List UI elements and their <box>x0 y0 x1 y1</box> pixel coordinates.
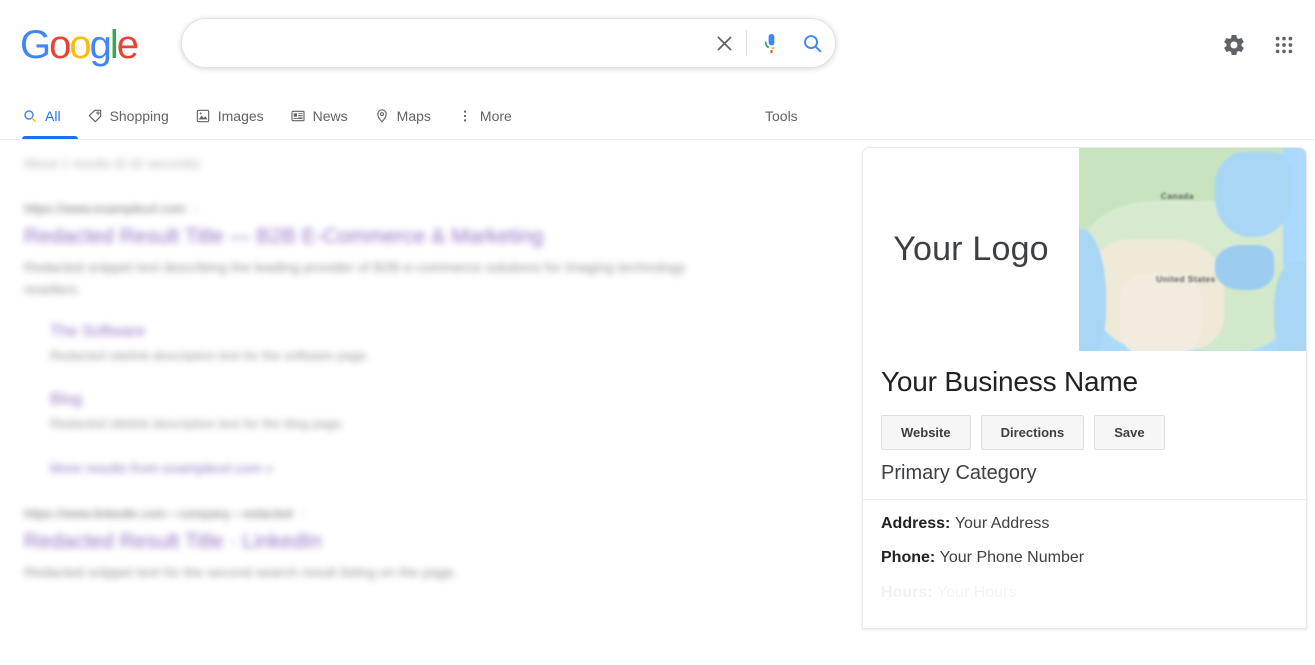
tab-all-label: All <box>45 108 61 124</box>
magnifier-icon <box>22 108 38 124</box>
fact-phone: Phone: Your Phone Number <box>881 548 1288 569</box>
kebab-menu-icon <box>457 108 473 124</box>
logo-letter-e: e <box>116 23 139 67</box>
map-label-united-states: United States <box>1156 273 1216 284</box>
knowledge-panel-body: Your Business Name Website Directions Sa… <box>863 351 1306 628</box>
fact-phone-value: Your Phone Number <box>939 549 1085 567</box>
search-results-column: About 1 results (0.42 seconds) https://w… <box>0 140 790 583</box>
fact-hours-label: Hours: <box>881 584 933 602</box>
logo-letter-l: l <box>109 23 119 67</box>
result-snippet: Redacted snippet text describing the lea… <box>24 259 686 298</box>
tab-news-label: News <box>312 108 348 124</box>
result-url[interactable]: https://www.linkedin.com › company › red… <box>24 506 293 521</box>
result-title[interactable]: Redacted Result Title — B2B E-Commerce &… <box>24 223 790 250</box>
more-results-link[interactable]: More results from exampleurl.com » <box>50 460 790 476</box>
tab-maps-label: Maps <box>396 108 431 124</box>
result-title[interactable]: Redacted Result Title · LinkedIn <box>24 528 790 555</box>
map-label-canada: Canada <box>1160 190 1194 201</box>
business-logo-placeholder: Your Logo <box>863 148 1079 351</box>
fact-address: Address: Your Address <box>881 514 1288 535</box>
search-divider <box>746 30 747 56</box>
apps-grid-icon <box>1275 36 1293 54</box>
fact-hours: Hours: Your Hours <box>881 583 1288 604</box>
search-input[interactable] <box>202 34 704 52</box>
result-url-row[interactable]: https://www.linkedin.com › company › red… <box>24 506 790 521</box>
sitelink-1: The Software Redacted sitelink descripti… <box>50 323 790 366</box>
search-bar[interactable] <box>181 18 836 68</box>
tab-more[interactable]: More <box>457 93 526 139</box>
logo-letter-o1: o <box>49 23 71 67</box>
google-logo[interactable]: Google <box>20 23 139 67</box>
tab-more-label: More <box>479 108 512 124</box>
knowledge-panel-actions: Website Directions Save <box>863 399 1306 450</box>
search-input-wrapper[interactable] <box>182 19 704 67</box>
sitelink-title[interactable]: Blog <box>50 391 790 409</box>
map-thumbnail[interactable]: Canada United States <box>1079 148 1306 351</box>
tab-shopping[interactable]: Shopping <box>87 93 183 139</box>
result-url-row[interactable]: https://www.exampleurl.com <box>24 201 790 216</box>
result-url[interactable]: https://www.exampleurl.com <box>24 201 186 216</box>
sitelink-desc: Redacted sitelink description text for t… <box>50 416 345 432</box>
save-button[interactable]: Save <box>1094 414 1165 450</box>
result-options-icon[interactable] <box>301 508 304 519</box>
tab-all[interactable]: All <box>22 93 78 139</box>
logo-letter-o2: o <box>69 23 91 67</box>
map-render: Canada United States <box>1079 148 1306 351</box>
fact-address-value: Your Address <box>954 514 1050 532</box>
image-icon <box>195 108 211 124</box>
sitelink-2: Blog Redacted sitelink description text … <box>50 391 790 434</box>
primary-category: Primary Category <box>863 450 1306 500</box>
fact-phone-label: Phone: <box>881 549 936 567</box>
result-stats: About 1 results (0.42 seconds) <box>24 156 201 171</box>
gear-icon <box>1224 34 1244 55</box>
directions-button[interactable]: Directions <box>980 414 1085 450</box>
website-button[interactable]: Website <box>881 414 971 450</box>
page-content: About 1 results (0.42 seconds) https://w… <box>0 140 1315 665</box>
business-name: Your Business Name <box>881 366 1138 397</box>
fact-hours-value: Your Hours <box>937 584 1017 602</box>
knowledge-panel: Your Logo Canada United States Your Busi… <box>862 147 1307 629</box>
search-nav-bar: All Shopping Images News Maps More Tools <box>0 93 1315 140</box>
tab-shopping-label: Shopping <box>109 108 169 124</box>
search-result-2: https://www.linkedin.com › company › red… <box>24 506 790 583</box>
sitelink-title[interactable]: The Software <box>50 323 790 341</box>
sitelink-desc: Redacted sitelink description text for t… <box>50 347 370 363</box>
tab-images[interactable]: Images <box>195 93 278 139</box>
tab-news[interactable]: News <box>290 93 362 139</box>
tab-images-label: Images <box>217 108 264 124</box>
logo-letter-g2: g <box>89 23 112 67</box>
tag-icon <box>87 108 103 124</box>
result-options-icon[interactable] <box>194 203 197 214</box>
logo-letter-g1: G <box>20 23 51 67</box>
sitelinks: The Software Redacted sitelink descripti… <box>50 323 790 434</box>
search-result-1: https://www.exampleurl.com Redacted Resu… <box>24 201 790 476</box>
knowledge-panel-header: Your Logo Canada United States <box>863 148 1306 351</box>
logo-placeholder-text: Your Logo <box>893 230 1049 269</box>
header-actions <box>1217 28 1301 62</box>
fact-address-label: Address: <box>881 514 951 532</box>
voice-search-button[interactable] <box>753 21 789 65</box>
clear-search-button[interactable] <box>704 21 744 65</box>
active-tab-underline <box>22 136 78 139</box>
nav-tabs: All Shopping Images News Maps More <box>22 93 538 139</box>
business-facts: Address: Your Address Phone: Your Phone … <box>863 500 1306 628</box>
page-header: Google <box>0 0 1315 93</box>
google-apps-button[interactable] <box>1267 28 1301 62</box>
tools-button[interactable]: Tools <box>765 93 798 139</box>
search-submit-button[interactable] <box>789 21 835 65</box>
settings-button[interactable] <box>1217 28 1251 62</box>
tab-maps[interactable]: Maps <box>374 93 445 139</box>
map-pin-icon <box>374 108 390 124</box>
newspaper-icon <box>290 108 306 124</box>
result-snippet: Redacted snippet text for the second sea… <box>24 563 458 580</box>
